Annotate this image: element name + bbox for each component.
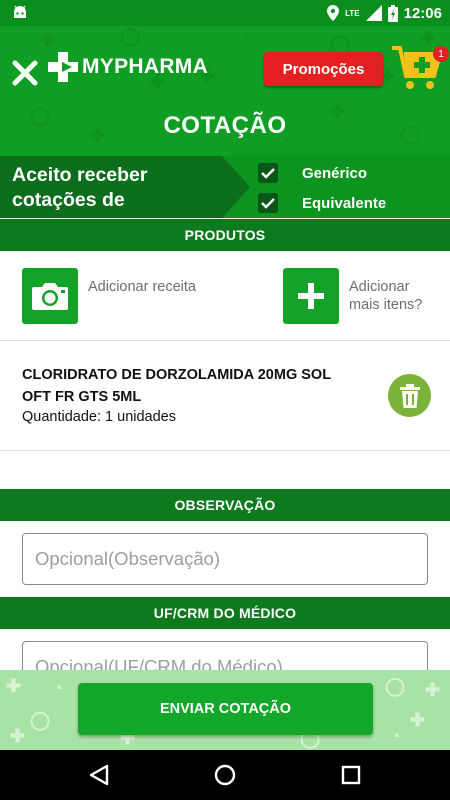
add-more-items-label[interactable]: Adicionar mais itens? bbox=[349, 278, 444, 314]
trash-icon bbox=[399, 383, 420, 408]
promotions-button[interactable]: Promoções bbox=[264, 52, 383, 86]
generic-label: Genérico bbox=[302, 164, 368, 182]
clock: 12:06 bbox=[403, 4, 442, 22]
product-quantity: Quantidade: 1 unidades bbox=[22, 409, 176, 425]
observation-section-header: OBSERVAÇÃO bbox=[0, 489, 450, 521]
send-quote-button[interactable]: ENVIAR COTAÇÃO bbox=[78, 683, 373, 735]
signal-icon bbox=[365, 5, 382, 21]
generic-option[interactable]: Genérico bbox=[258, 163, 367, 183]
remove-product-button[interactable] bbox=[388, 374, 431, 417]
add-prescription-label[interactable]: Adicionar receita bbox=[88, 278, 198, 296]
equivalent-option[interactable]: Equivalente bbox=[258, 193, 386, 213]
checkmark-icon bbox=[261, 168, 275, 179]
generic-checkbox[interactable] bbox=[258, 163, 278, 183]
equivalent-checkbox[interactable] bbox=[258, 193, 278, 213]
cart-count-badge: 1 bbox=[433, 46, 449, 62]
product-name: CLORIDRATO DE DORZOLAMIDA 20MG SOL OFT F… bbox=[22, 367, 331, 405]
accept-label: Aceito receber cotações de bbox=[12, 164, 148, 211]
home-icon bbox=[214, 764, 236, 786]
network-type: LTE bbox=[345, 8, 360, 18]
location-icon bbox=[327, 5, 340, 21]
back-icon bbox=[89, 764, 109, 786]
status-bar: LTE 12:06 bbox=[0, 0, 450, 26]
recents-icon bbox=[341, 765, 361, 785]
equivalent-label: Equivalente bbox=[302, 194, 387, 212]
page-title: COTAÇÃO bbox=[163, 112, 287, 139]
products-section-header: PRODUTOS bbox=[0, 219, 450, 251]
logo: MYPHARMA bbox=[48, 52, 208, 82]
home-button[interactable] bbox=[212, 762, 238, 788]
back-button[interactable] bbox=[86, 762, 112, 788]
title-area: ◯ ✚ ✚ ◯ ◔ COTAÇÃO bbox=[0, 96, 450, 156]
android-icon bbox=[14, 5, 26, 18]
close-icon bbox=[12, 60, 38, 86]
divider bbox=[0, 450, 450, 451]
camera-icon bbox=[32, 283, 68, 310]
navigation-bar bbox=[0, 750, 450, 800]
add-prescription-button[interactable] bbox=[22, 268, 78, 324]
divider bbox=[0, 340, 450, 341]
observation-input[interactable] bbox=[35, 548, 415, 570]
observation-field[interactable] bbox=[22, 533, 428, 585]
doctor-section-header: UF/CRM DO MÉDICO bbox=[0, 597, 450, 629]
close-button[interactable] bbox=[8, 56, 42, 90]
logo-text: MYPHARMA bbox=[82, 55, 209, 78]
plus-icon bbox=[298, 283, 324, 309]
pharmacy-cross-icon bbox=[48, 52, 78, 82]
battery-icon bbox=[387, 4, 398, 22]
add-more-items-button[interactable] bbox=[283, 268, 339, 324]
recents-button[interactable] bbox=[338, 762, 364, 788]
checkmark-icon bbox=[261, 198, 275, 209]
